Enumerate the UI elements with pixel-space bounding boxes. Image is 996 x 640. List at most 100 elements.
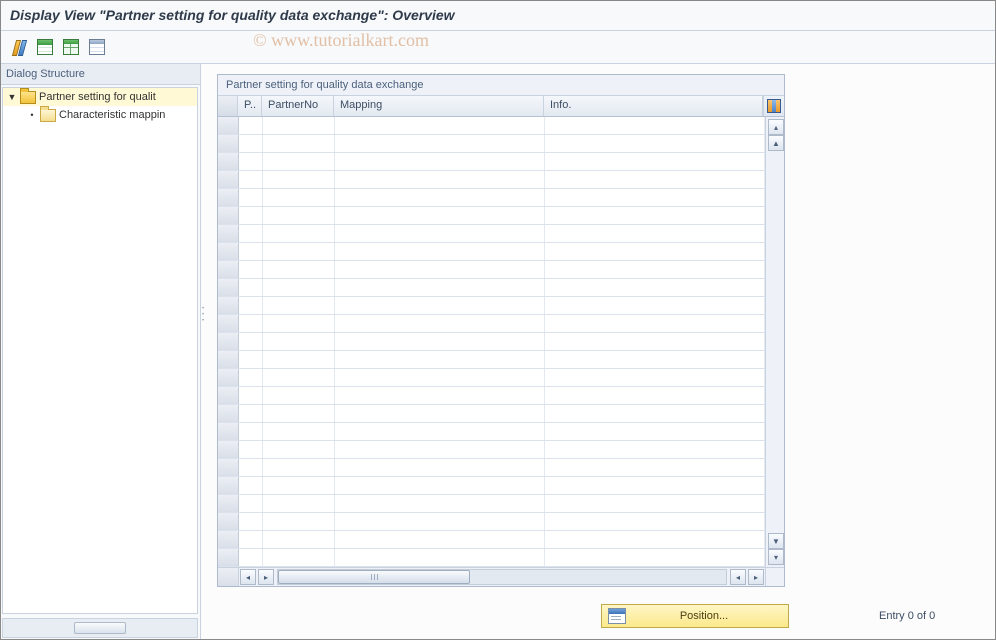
cell-partner-no[interactable] bbox=[263, 315, 335, 332]
new-entries-button[interactable] bbox=[34, 36, 56, 58]
cell-partner-type[interactable] bbox=[239, 261, 263, 278]
table-row[interactable] bbox=[218, 459, 765, 477]
row-selector[interactable] bbox=[218, 351, 239, 368]
row-selector[interactable] bbox=[218, 207, 239, 224]
table-row[interactable] bbox=[218, 549, 765, 567]
cell-partner-type[interactable] bbox=[239, 117, 263, 134]
cell-mapping[interactable] bbox=[335, 423, 545, 440]
cell-info[interactable] bbox=[545, 135, 765, 152]
cell-partner-type[interactable] bbox=[239, 477, 263, 494]
cell-mapping[interactable] bbox=[335, 369, 545, 386]
tree-node-characteristic-mapping[interactable]: • Characteristic mappin bbox=[3, 106, 197, 124]
cell-info[interactable] bbox=[545, 549, 765, 566]
table-row[interactable] bbox=[218, 405, 765, 423]
row-selector[interactable] bbox=[218, 153, 239, 170]
row-selector[interactable] bbox=[218, 117, 239, 134]
table-row[interactable] bbox=[218, 225, 765, 243]
cell-info[interactable] bbox=[545, 333, 765, 350]
cell-partner-type[interactable] bbox=[239, 351, 263, 368]
table-row[interactable] bbox=[218, 189, 765, 207]
cell-partner-no[interactable] bbox=[263, 423, 335, 440]
table-row[interactable] bbox=[218, 117, 765, 135]
table-row[interactable] bbox=[218, 279, 765, 297]
row-selector[interactable] bbox=[218, 405, 239, 422]
expand-view-button[interactable] bbox=[60, 36, 82, 58]
dialog-structure-tree[interactable]: ▼ Partner setting for qualit • Character… bbox=[2, 87, 198, 614]
row-selector[interactable] bbox=[218, 261, 239, 278]
cell-info[interactable] bbox=[545, 423, 765, 440]
cell-mapping[interactable] bbox=[335, 117, 545, 134]
grid-header-select[interactable] bbox=[218, 96, 238, 116]
scroll-page-up-button[interactable]: ▴ bbox=[768, 119, 784, 135]
row-selector[interactable] bbox=[218, 189, 239, 206]
cell-partner-type[interactable] bbox=[239, 243, 263, 260]
cell-partner-type[interactable] bbox=[239, 405, 263, 422]
grid-header-mapping[interactable]: Mapping bbox=[334, 96, 544, 116]
sidebar-hscrollbar[interactable] bbox=[2, 618, 198, 638]
grid-vscrollbar[interactable]: ▴ ▲ ▼ ▾ bbox=[765, 117, 784, 567]
table-row[interactable] bbox=[218, 423, 765, 441]
scroll-line-down-button[interactable]: ▼ bbox=[768, 533, 784, 549]
cell-partner-type[interactable] bbox=[239, 189, 263, 206]
cell-info[interactable] bbox=[545, 189, 765, 206]
table-row[interactable] bbox=[218, 351, 765, 369]
table-settings-button[interactable] bbox=[86, 36, 108, 58]
cell-partner-type[interactable] bbox=[239, 495, 263, 512]
cell-partner-no[interactable] bbox=[263, 153, 335, 170]
cell-partner-type[interactable] bbox=[239, 153, 263, 170]
cell-info[interactable] bbox=[545, 297, 765, 314]
cell-partner-type[interactable] bbox=[239, 369, 263, 386]
scroll-page-down-button[interactable]: ▾ bbox=[768, 549, 784, 565]
cell-info[interactable] bbox=[545, 153, 765, 170]
cell-info[interactable] bbox=[545, 387, 765, 404]
cell-mapping[interactable] bbox=[335, 459, 545, 476]
table-row[interactable] bbox=[218, 261, 765, 279]
table-row[interactable] bbox=[218, 207, 765, 225]
grid-header-partner-no[interactable]: PartnerNo bbox=[262, 96, 334, 116]
table-row[interactable] bbox=[218, 513, 765, 531]
cell-partner-no[interactable] bbox=[263, 297, 335, 314]
cell-info[interactable] bbox=[545, 207, 765, 224]
cell-mapping[interactable] bbox=[335, 495, 545, 512]
table-row[interactable] bbox=[218, 243, 765, 261]
cell-mapping[interactable] bbox=[335, 189, 545, 206]
row-selector[interactable] bbox=[218, 531, 239, 548]
cell-partner-no[interactable] bbox=[263, 369, 335, 386]
cell-mapping[interactable] bbox=[335, 315, 545, 332]
table-row[interactable] bbox=[218, 477, 765, 495]
cell-partner-no[interactable] bbox=[263, 549, 335, 566]
scroll-line-up-button[interactable]: ▲ bbox=[768, 135, 784, 151]
cell-mapping[interactable] bbox=[335, 135, 545, 152]
cell-partner-type[interactable] bbox=[239, 423, 263, 440]
cell-partner-no[interactable] bbox=[263, 243, 335, 260]
scroll-first-button[interactable]: ◂ bbox=[240, 569, 256, 585]
scroll-right-button[interactable]: ◂ bbox=[730, 569, 746, 585]
cell-partner-type[interactable] bbox=[239, 531, 263, 548]
table-row[interactable] bbox=[218, 441, 765, 459]
cell-partner-no[interactable] bbox=[263, 459, 335, 476]
grid-header-partner-type[interactable]: P.. bbox=[238, 96, 262, 116]
cell-partner-no[interactable] bbox=[263, 225, 335, 242]
cell-partner-type[interactable] bbox=[239, 315, 263, 332]
cell-partner-type[interactable] bbox=[239, 279, 263, 296]
row-selector[interactable] bbox=[218, 279, 239, 296]
table-row[interactable] bbox=[218, 135, 765, 153]
cell-mapping[interactable] bbox=[335, 207, 545, 224]
cell-partner-type[interactable] bbox=[239, 441, 263, 458]
row-selector[interactable] bbox=[218, 423, 239, 440]
row-selector[interactable] bbox=[218, 441, 239, 458]
cell-partner-no[interactable] bbox=[263, 513, 335, 530]
cell-partner-no[interactable] bbox=[263, 441, 335, 458]
cell-info[interactable] bbox=[545, 117, 765, 134]
cell-mapping[interactable] bbox=[335, 441, 545, 458]
cell-partner-type[interactable] bbox=[239, 333, 263, 350]
cell-info[interactable] bbox=[545, 225, 765, 242]
row-selector[interactable] bbox=[218, 171, 239, 188]
cell-partner-no[interactable] bbox=[263, 261, 335, 278]
cell-partner-type[interactable] bbox=[239, 387, 263, 404]
table-row[interactable] bbox=[218, 387, 765, 405]
row-selector[interactable] bbox=[218, 549, 239, 566]
cell-partner-type[interactable] bbox=[239, 549, 263, 566]
cell-info[interactable] bbox=[545, 477, 765, 494]
cell-partner-type[interactable] bbox=[239, 171, 263, 188]
